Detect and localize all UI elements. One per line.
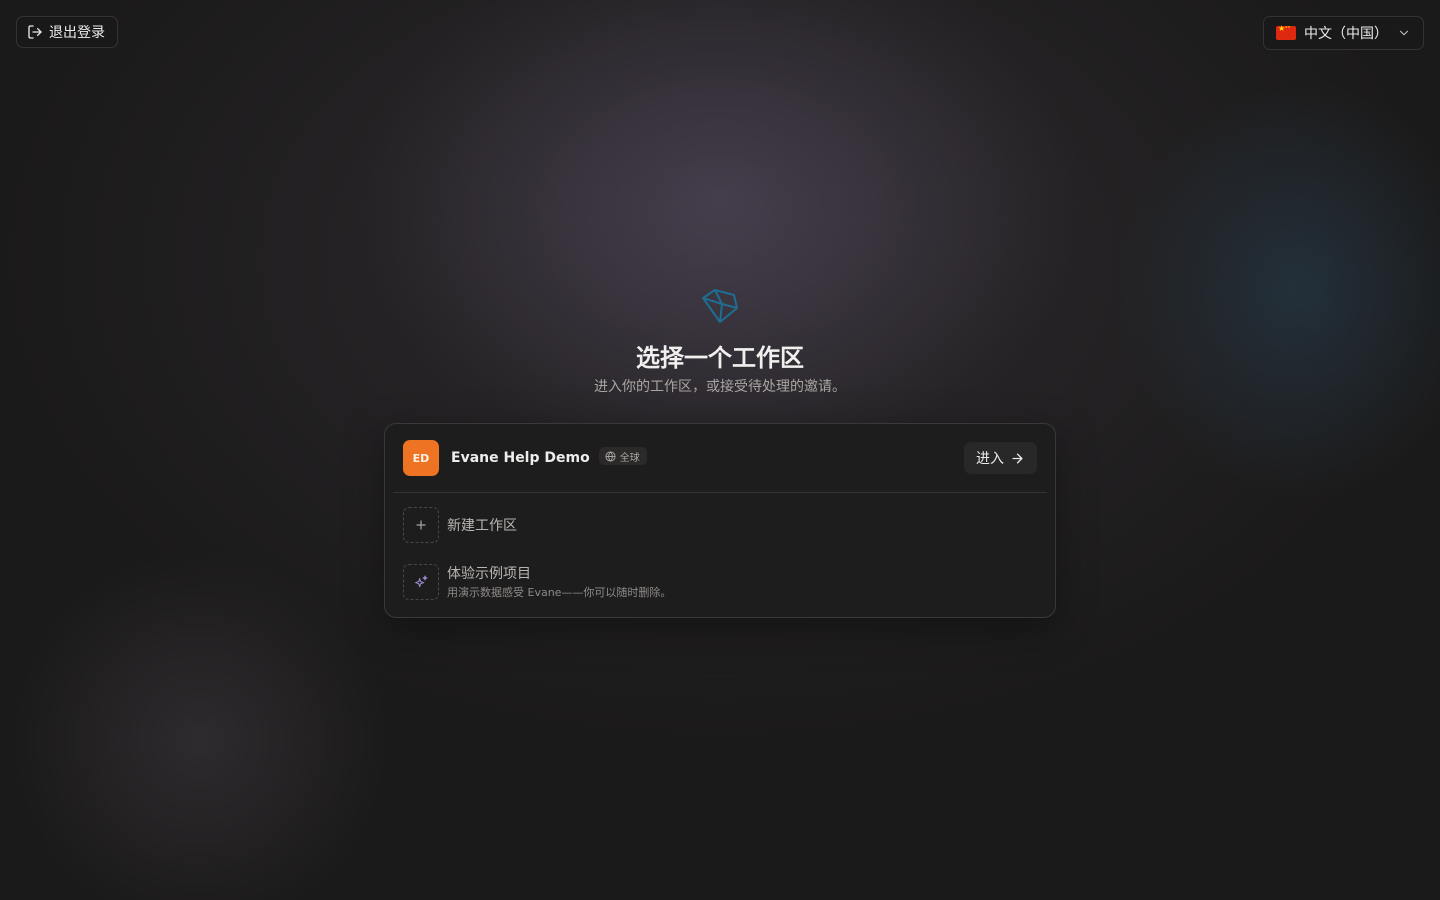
app-logo-icon <box>702 289 738 323</box>
demo-project-description: 用演示数据感受 Evane——你可以随时删除。 <box>447 586 672 599</box>
page-title: 选择一个工作区 <box>636 344 804 372</box>
logout-button[interactable]: 退出登录 <box>16 16 118 48</box>
language-select[interactable]: 中文（中国） <box>1263 16 1424 50</box>
workspace-name: Evane Help Demo <box>451 450 590 466</box>
plus-icon <box>416 520 426 530</box>
globe-icon <box>605 450 616 462</box>
page-subtitle: 进入你的工作区，或接受待处理的邀请。 <box>594 379 846 395</box>
demo-project-icon-box <box>403 563 439 600</box>
demo-project-title: 体验示例项目 <box>447 566 531 582</box>
enter-workspace-button[interactable]: 进入 <box>964 442 1037 474</box>
new-workspace-icon-box <box>403 507 439 543</box>
demo-project-option[interactable]: 体验示例项目 用演示数据感受 Evane——你可以随时删除。 <box>403 563 1037 600</box>
new-workspace-label: 新建工作区 <box>447 518 517 534</box>
new-workspace-option[interactable]: 新建工作区 <box>403 507 1037 543</box>
workspace-avatar: ED <box>403 440 439 476</box>
workspace-badge-label: 全球 <box>619 452 640 464</box>
enter-label: 进入 <box>976 451 1004 467</box>
china-flag-icon <box>1276 24 1296 40</box>
chevron-down-icon <box>1399 30 1409 36</box>
sparkles-icon <box>415 574 428 587</box>
workspace-scope-badge: 全球 <box>598 447 647 465</box>
log-out-icon <box>28 25 42 39</box>
logout-label: 退出登录 <box>49 25 105 41</box>
workspace-row[interactable]: ED Evane Help Demo 全球 进入 <box>393 424 1047 493</box>
language-label: 中文（中国） <box>1304 26 1388 42</box>
arrow-right-icon <box>1012 453 1023 463</box>
workspace-card: ED Evane Help Demo 全球 进入 新建工作区 体验示例项目 用演… <box>384 423 1056 618</box>
